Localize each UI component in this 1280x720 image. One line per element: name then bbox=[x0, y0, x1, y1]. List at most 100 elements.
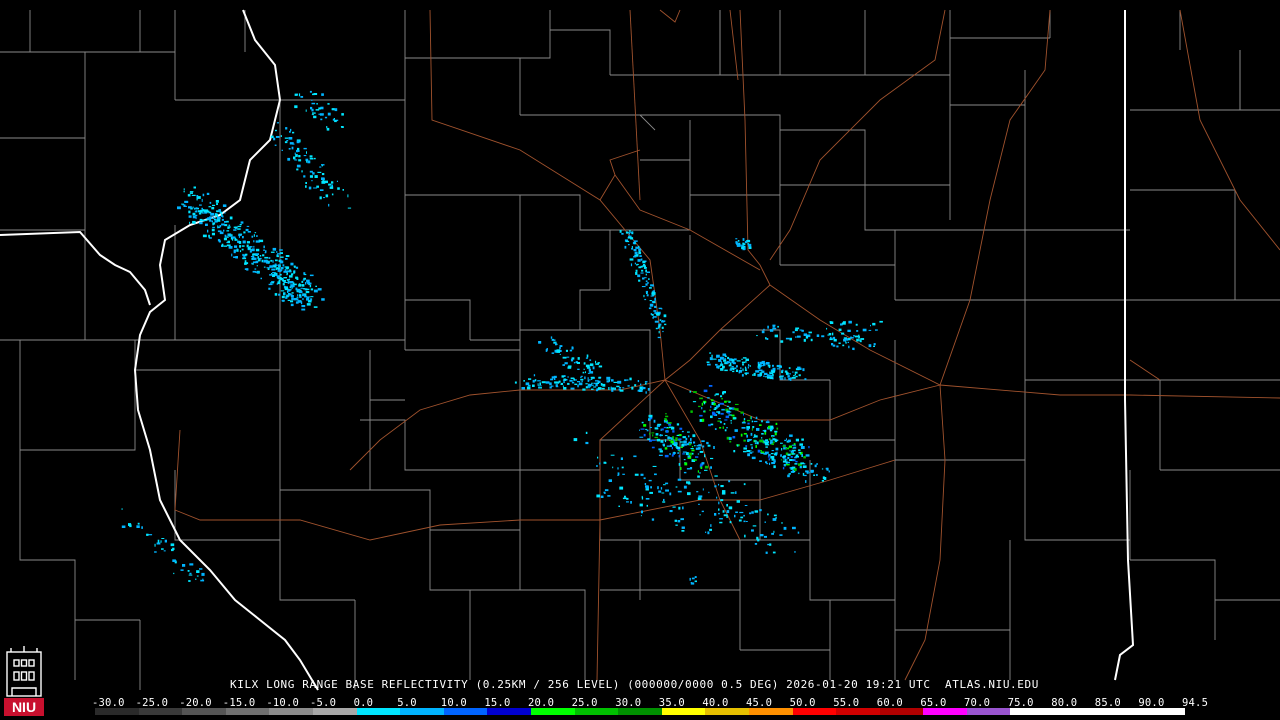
echo-pixel bbox=[718, 508, 720, 511]
echo-pixel bbox=[719, 521, 723, 524]
echo-pixel bbox=[621, 233, 624, 235]
echo-pixel bbox=[682, 451, 687, 453]
echo-pixel bbox=[761, 437, 763, 439]
echo-pixel bbox=[761, 451, 765, 453]
echo-pixel bbox=[577, 357, 580, 360]
echo-pixel bbox=[850, 336, 852, 339]
echo-pixel bbox=[747, 439, 751, 441]
echo-pixel bbox=[789, 434, 793, 437]
echo-pixel bbox=[302, 288, 306, 290]
echo-pixel bbox=[718, 483, 720, 486]
echo-pixel bbox=[794, 371, 798, 374]
echo-pixel bbox=[249, 250, 252, 253]
echo-pixel bbox=[303, 175, 306, 178]
echo-pixel bbox=[223, 237, 227, 241]
echo-pixel bbox=[286, 279, 290, 281]
echo-pixel bbox=[561, 382, 563, 385]
echo-pixel bbox=[207, 218, 209, 221]
echo-pixel bbox=[224, 236, 227, 238]
echo-pixel bbox=[731, 366, 734, 368]
echo-pixel bbox=[736, 365, 738, 368]
echo-pixel bbox=[699, 397, 703, 400]
echo-pixel bbox=[195, 210, 198, 213]
echo-pixel bbox=[558, 380, 561, 383]
echo-pixel bbox=[195, 216, 197, 220]
echo-pixel bbox=[732, 370, 735, 373]
echo-pixel bbox=[771, 458, 775, 461]
echo-pixel bbox=[843, 337, 848, 339]
echo-pixel bbox=[320, 118, 323, 121]
echo-pixel bbox=[306, 151, 307, 154]
echo-pixel bbox=[722, 510, 725, 513]
echo-pixel bbox=[775, 439, 779, 441]
echo-pixel bbox=[327, 103, 330, 105]
echo-pixel bbox=[252, 257, 255, 260]
echo-pixel bbox=[569, 349, 573, 352]
echo-pixel bbox=[264, 252, 267, 254]
echo-pixel bbox=[255, 248, 260, 252]
echo-pixel bbox=[298, 283, 301, 285]
echo-pixel bbox=[283, 277, 287, 279]
colorbar-segment bbox=[443, 708, 488, 715]
echo-pixel bbox=[764, 521, 766, 523]
echo-pixel bbox=[255, 253, 259, 256]
echo-pixel bbox=[257, 259, 261, 262]
echo-pixel bbox=[802, 465, 807, 468]
echo-pixel bbox=[601, 387, 605, 390]
echo-pixel bbox=[222, 204, 227, 207]
echo-pixel bbox=[323, 197, 325, 199]
colorbar-segment bbox=[792, 708, 837, 715]
echo-pixel bbox=[645, 290, 648, 293]
echo-pixel bbox=[331, 184, 333, 187]
echo-pixel bbox=[226, 230, 230, 232]
echo-pixel bbox=[705, 531, 707, 533]
echo-pixel bbox=[567, 366, 572, 369]
echo-pixel bbox=[259, 255, 262, 257]
echo-pixel bbox=[595, 380, 599, 382]
colorbar-segment bbox=[1141, 708, 1185, 715]
niu-tower-icon bbox=[6, 646, 42, 697]
echo-pixel bbox=[729, 368, 733, 371]
echo-pixel bbox=[311, 180, 313, 182]
echo-pixel bbox=[697, 470, 699, 473]
echo-pixel bbox=[241, 245, 245, 247]
echo-pixel bbox=[677, 520, 681, 523]
echo-pixel bbox=[769, 371, 771, 375]
echo-pixel bbox=[626, 501, 629, 503]
echo-pixel bbox=[720, 402, 724, 405]
echo-pixel bbox=[718, 512, 720, 515]
echo-pixel bbox=[668, 424, 672, 426]
echo-pixel bbox=[773, 514, 777, 517]
echo-pixel bbox=[658, 324, 661, 328]
echo-pixel bbox=[740, 516, 744, 519]
echo-pixel bbox=[769, 462, 771, 465]
echo-pixel bbox=[199, 221, 203, 225]
echo-pixel bbox=[329, 186, 334, 189]
echo-pixel bbox=[537, 380, 541, 382]
echo-pixel bbox=[795, 336, 797, 338]
echo-pixel bbox=[811, 471, 813, 473]
echo-pixel bbox=[648, 307, 652, 310]
echo-pixel bbox=[792, 459, 795, 461]
echo-pixel bbox=[783, 458, 787, 460]
echo-pixel bbox=[767, 425, 771, 429]
echo-pixel bbox=[170, 543, 175, 547]
echo-pixel bbox=[655, 433, 659, 436]
echo-pixel bbox=[246, 241, 250, 244]
echo-pixel bbox=[653, 301, 656, 304]
echo-pixel bbox=[619, 486, 624, 490]
echo-pixel bbox=[649, 432, 651, 435]
echo-pixel bbox=[856, 338, 859, 342]
echo-pixel bbox=[761, 330, 765, 334]
echo-pixel bbox=[319, 166, 322, 168]
echo-pixel bbox=[725, 415, 730, 419]
echo-pixel bbox=[192, 220, 196, 224]
echo-pixel bbox=[649, 303, 654, 307]
echo-pixel bbox=[662, 501, 666, 503]
echo-pixel bbox=[199, 568, 203, 570]
echo-pixel bbox=[648, 479, 652, 482]
echo-pixel bbox=[749, 365, 751, 367]
echo-pixel bbox=[701, 510, 704, 513]
echo-pixel bbox=[665, 489, 669, 492]
echo-pixel bbox=[290, 262, 294, 266]
